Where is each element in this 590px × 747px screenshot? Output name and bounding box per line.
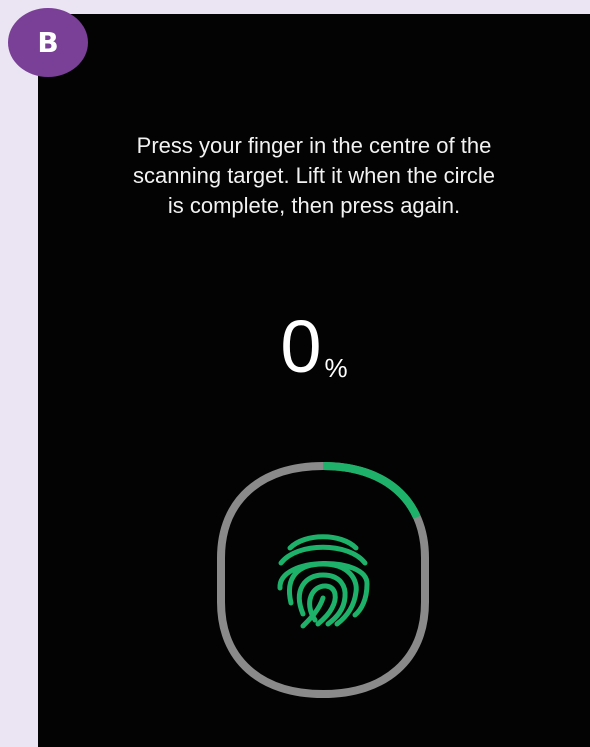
progress-unit: % xyxy=(324,353,348,383)
step-badge: B xyxy=(8,8,88,77)
instruction-text: Press your finger in the centre of the s… xyxy=(38,131,590,221)
fingerprint-scanner-target[interactable] xyxy=(215,462,431,698)
scan-ring-track xyxy=(217,462,429,698)
instruction-line-2: scanning target. Lift it when the circle xyxy=(133,163,495,188)
progress-percentage: 0 % xyxy=(38,310,590,384)
instruction-line-1: Press your finger in the centre of the xyxy=(136,133,492,158)
scan-ring-progress xyxy=(217,462,429,698)
instruction-line-3: is complete, then press again. xyxy=(167,193,461,218)
fingerprint-icon xyxy=(277,534,370,629)
progress-value: 0 xyxy=(280,305,322,388)
